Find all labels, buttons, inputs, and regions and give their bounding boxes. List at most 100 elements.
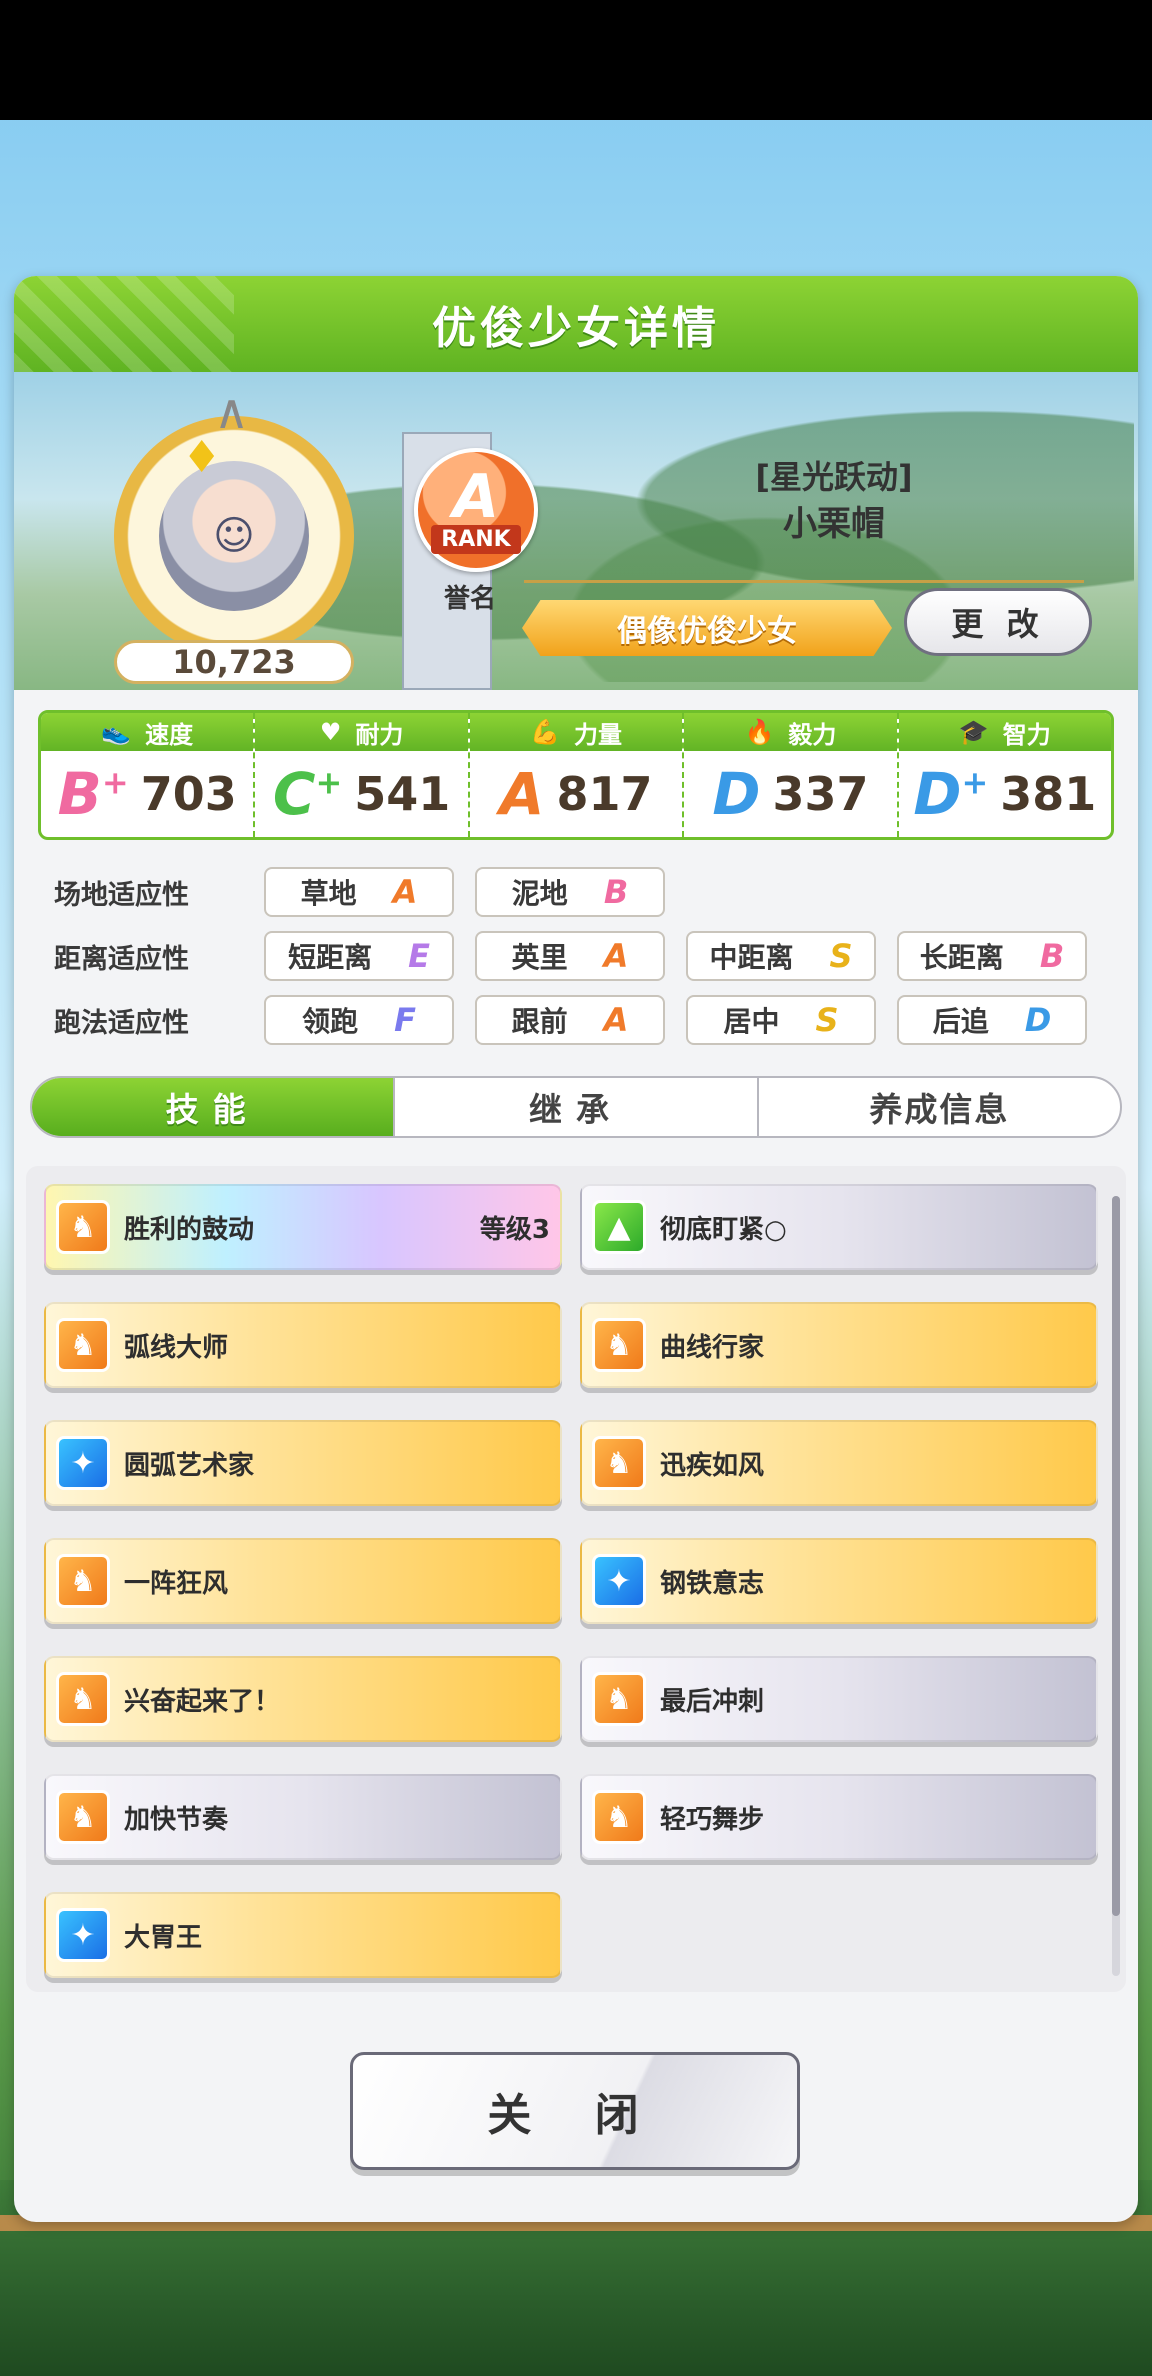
aptitude-style-row: 跑法适应性 领跑 F 跟前 A 居中 S 后追 D bbox=[54, 994, 1114, 1046]
flame-icon: 🔥 bbox=[744, 718, 775, 746]
stat-grade: D+ bbox=[913, 760, 989, 828]
title-ribbon: 偶像优俊少女 bbox=[522, 600, 892, 656]
aptitude-chip: 居中 S bbox=[686, 995, 876, 1045]
rank-emblem: A RANK bbox=[414, 448, 538, 572]
stat-label: 毅力 bbox=[788, 720, 837, 749]
skill-card[interactable]: ✦ 钢铁意志 bbox=[580, 1538, 1098, 1624]
outfit-name: [星光跃动] bbox=[755, 458, 913, 496]
skill-card[interactable]: ♞ 迅疾如风 bbox=[580, 1420, 1098, 1506]
skill-name: 一阵狂风 bbox=[124, 1568, 229, 1599]
tab-training-info[interactable]: 养成信息 bbox=[759, 1078, 1120, 1136]
aptitude-label: 场地适应性 bbox=[54, 879, 189, 911]
avatar-frame[interactable]: ☺ bbox=[114, 416, 354, 656]
stat-value: 817 bbox=[556, 767, 653, 821]
horse-rearing-icon: ♞ bbox=[592, 1672, 646, 1726]
graduation-cap-icon: 🎓 bbox=[958, 718, 989, 746]
aptitude-label: 跑法适应性 bbox=[54, 1007, 189, 1039]
status-bar bbox=[0, 0, 1152, 120]
aptitude-chip: 长距离 B bbox=[897, 931, 1087, 981]
rank-letter: A bbox=[452, 461, 500, 532]
change-title-button[interactable]: 更 改 bbox=[904, 588, 1092, 656]
sparkle-icon: ✦ bbox=[592, 1554, 646, 1608]
divider bbox=[524, 580, 1084, 583]
stat-label: 耐力 bbox=[355, 720, 404, 749]
stat-value: 381 bbox=[1000, 767, 1097, 821]
stats-table: 👟 速度 B+ 703 ♥ 耐力 C+ 541 💪 力量 A 817 🔥 毅力 D 337 🎓 智… bbox=[38, 710, 1114, 840]
stat-value: 541 bbox=[354, 767, 451, 821]
horse-rearing-icon: ♞ bbox=[56, 1200, 110, 1254]
sparkle-icon: ✦ bbox=[56, 1908, 110, 1962]
sparkle-icon: ✦ bbox=[56, 1436, 110, 1490]
stat-grade: C+ bbox=[272, 760, 343, 828]
skill-card[interactable]: ✦ 大胃王 bbox=[44, 1892, 562, 1978]
character-name: 小栗帽 bbox=[783, 504, 885, 544]
skill-card[interactable]: ♞ 兴奋起来了！ bbox=[44, 1656, 562, 1742]
panel-header: 优俊少女详情 bbox=[14, 276, 1138, 372]
skill-name: 曲线行家 bbox=[660, 1332, 765, 1363]
skill-name: 轻巧舞步 bbox=[660, 1804, 765, 1835]
horse-rearing-icon: ♞ bbox=[592, 1318, 646, 1372]
avatar: ☺ bbox=[159, 461, 309, 611]
tab-skills[interactable]: 技能 bbox=[32, 1078, 396, 1136]
stat-wisdom: 🎓 智力 D+ 381 bbox=[898, 713, 1111, 837]
page-title: 优俊少女详情 bbox=[432, 303, 720, 354]
skill-card[interactable]: ♞ 胜利的鼓动 等级3 bbox=[44, 1184, 562, 1270]
aptitude-chip: 跟前 A bbox=[475, 995, 665, 1045]
tab-inheritance[interactable]: 继承 bbox=[395, 1078, 759, 1136]
horse-rearing-icon: ♞ bbox=[592, 1436, 646, 1490]
rating-badge: 10,723 bbox=[114, 640, 354, 684]
stat-label: 智力 bbox=[1002, 720, 1051, 749]
stat-grade: B+ bbox=[57, 760, 129, 828]
skill-card[interactable]: ♞ 最后冲刺 bbox=[580, 1656, 1098, 1742]
horse-rearing-icon: ♞ bbox=[56, 1790, 110, 1844]
aptitude-label: 距离适应性 bbox=[54, 943, 189, 975]
aptitude-chip: 领跑 F bbox=[264, 995, 454, 1045]
stat-value: 703 bbox=[140, 767, 237, 821]
aptitude-chip: 英里 A bbox=[475, 931, 665, 981]
skill-name: 最后冲刺 bbox=[660, 1686, 765, 1717]
skill-card[interactable]: ▲ 彻底盯紧○ bbox=[580, 1184, 1098, 1270]
aptitude-chip: 泥地 B bbox=[475, 867, 665, 917]
skill-level: 等级3 bbox=[479, 1214, 550, 1245]
shoe-icon: 👟 bbox=[101, 718, 132, 746]
stat-label: 力量 bbox=[573, 720, 622, 749]
aptitude-chip: 后追 D bbox=[897, 995, 1087, 1045]
green-flame-icon: ▲ bbox=[592, 1200, 646, 1254]
aptitude-chip: 短距离 E bbox=[264, 931, 454, 981]
heart-icon: ♥ bbox=[319, 718, 342, 746]
skill-name: 圆弧艺术家 bbox=[124, 1450, 255, 1481]
stat-value: 337 bbox=[772, 767, 869, 821]
skill-name: 钢铁意志 bbox=[660, 1568, 765, 1599]
skill-card[interactable]: ♞ 加快节奏 bbox=[44, 1774, 562, 1860]
stat-stamina: ♥ 耐力 C+ 541 bbox=[255, 713, 470, 837]
skill-card[interactable]: ♞ 弧线大师 bbox=[44, 1302, 562, 1388]
skill-card[interactable]: ♞ 一阵狂风 bbox=[44, 1538, 562, 1624]
horse-rearing-icon: ♞ bbox=[56, 1672, 110, 1726]
skill-card[interactable]: ✦ 圆弧艺术家 bbox=[44, 1420, 562, 1506]
skill-name: 弧线大师 bbox=[124, 1332, 229, 1363]
aptitude-chip: 草地 A bbox=[264, 867, 454, 917]
horse-rearing-icon: ♞ bbox=[592, 1790, 646, 1844]
stat-power: 💪 力量 A 817 bbox=[469, 713, 685, 837]
scrollbar-thumb[interactable] bbox=[1112, 1196, 1120, 1916]
aptitude-distance-row: 距离适应性 短距离 E 英里 A 中距离 S 长距离 B bbox=[54, 930, 1114, 982]
horse-rearing-icon: ♞ bbox=[56, 1554, 110, 1608]
stat-grade: A bbox=[499, 760, 545, 828]
honor-label: 誉名 bbox=[444, 584, 497, 614]
aptitude-chip: 中距离 S bbox=[686, 931, 876, 981]
detail-panel: 优俊少女详情 ☺ ∧ ♦ 10,723 A RANK 誉名 [星光跃动] 小栗帽… bbox=[14, 276, 1138, 2222]
rank-word: RANK bbox=[431, 524, 521, 554]
profile-hero: ☺ ∧ ♦ 10,723 A RANK 誉名 [星光跃动] 小栗帽 偶像优俊少女… bbox=[14, 372, 1138, 690]
close-button[interactable]: 关 闭 bbox=[350, 2052, 800, 2170]
crown-icon: ♦ bbox=[182, 432, 222, 483]
skill-name: 加快节奏 bbox=[124, 1804, 229, 1835]
tab-bar: 技能 继承 养成信息 bbox=[30, 1076, 1122, 1138]
stat-grade: D bbox=[712, 760, 761, 828]
skill-name: 大胃王 bbox=[124, 1922, 203, 1953]
skill-list[interactable]: ♞ 胜利的鼓动 等级3 ▲ 彻底盯紧○ ♞ 弧线大师 ♞ 曲线行家 ✦ 圆弧艺术… bbox=[26, 1166, 1126, 1992]
skill-name: 迅疾如风 bbox=[660, 1450, 765, 1481]
muscle-icon: 💪 bbox=[530, 718, 560, 746]
skill-card[interactable]: ♞ 轻巧舞步 bbox=[580, 1774, 1098, 1860]
stat-speed: 👟 速度 B+ 703 bbox=[41, 713, 256, 837]
skill-card[interactable]: ♞ 曲线行家 bbox=[580, 1302, 1098, 1388]
